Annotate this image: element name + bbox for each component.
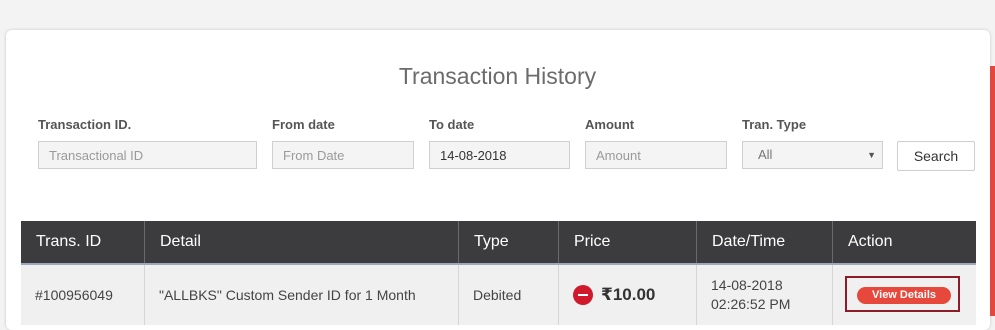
from-date-label: From date [272, 117, 335, 132]
to-date-input[interactable] [429, 141, 570, 169]
page-title: Transaction History [398, 63, 597, 89]
column-header-price: Price [558, 221, 696, 263]
type-cell: Debited [458, 265, 558, 325]
from-date-input[interactable] [272, 141, 414, 169]
table-header: Trans. ID Detail Type Price Date/Time Ac… [21, 221, 976, 265]
tran-type-select[interactable]: All ▼ [742, 141, 883, 169]
price-cell: ₹10.00 [558, 265, 696, 325]
column-header-action: Action [832, 221, 976, 263]
time-value: 02:26:52 PM [711, 296, 791, 312]
column-header-datetime: Date/Time [696, 221, 832, 263]
trans-id-cell: #100956049 [35, 287, 113, 303]
detail-cell: "ALLBKS" Custom Sender ID for 1 Month [144, 265, 458, 325]
date-value: 14-08-2018 [711, 277, 783, 293]
price-value: ₹10.00 [601, 285, 656, 304]
chevron-down-icon: ▼ [867, 150, 876, 160]
tran-type-label: Tran. Type [742, 117, 807, 132]
table-row: #100956049 "ALLBKS" Custom Sender ID for… [21, 265, 976, 325]
debit-minus-icon [573, 285, 593, 305]
transaction-id-label: Transaction ID. [38, 117, 132, 132]
view-details-button[interactable]: View Details [857, 287, 951, 304]
search-button[interactable]: Search [897, 141, 975, 171]
transaction-id-input[interactable] [38, 141, 257, 169]
amount-input[interactable] [585, 141, 727, 169]
amount-label: Amount [585, 117, 635, 132]
column-header-type: Type [458, 221, 558, 263]
datetime-cell: 14-08-2018 02:26:52 PM [696, 265, 832, 325]
column-header-detail: Detail [144, 221, 458, 263]
column-header-trans-id: Trans. ID [36, 233, 102, 250]
side-accent-strip [990, 66, 995, 316]
tran-type-selected-value: All [758, 147, 773, 162]
to-date-label: To date [429, 117, 475, 132]
